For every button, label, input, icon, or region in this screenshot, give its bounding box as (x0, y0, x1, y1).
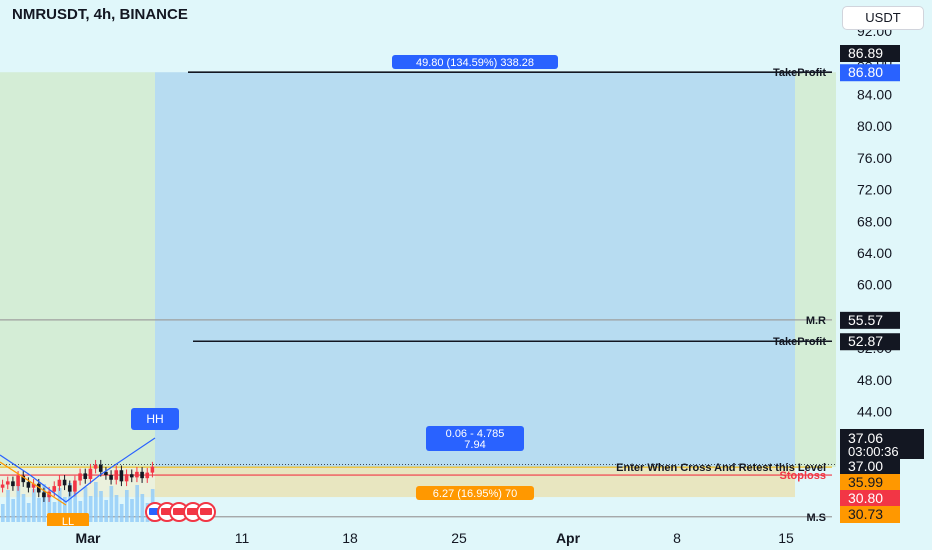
candle-body (98, 464, 103, 472)
candle-body (88, 468, 93, 479)
volume-bar (99, 491, 103, 522)
candle-body (11, 481, 15, 487)
volume-bar (94, 482, 98, 522)
level-price-5: 30.73 (848, 506, 883, 522)
level-label-1: M.R (806, 315, 826, 327)
y-tick-6: 68.00 (857, 213, 892, 229)
volume-bar (26, 503, 31, 522)
candle-body (42, 492, 46, 498)
level-price-2: 52.87 (848, 333, 883, 349)
candle-body (129, 474, 134, 478)
volume-bar (119, 504, 124, 522)
candle-body (119, 470, 124, 482)
candle-body (67, 485, 72, 492)
entry-label-text-1: 7.94 (464, 439, 485, 451)
candle-body (150, 466, 155, 473)
hh-label: HH (146, 412, 163, 426)
x-tick-0: Mar (76, 530, 101, 546)
right-highlight-zone (795, 72, 836, 468)
volume-bar (114, 495, 119, 522)
volume-bar (104, 500, 108, 522)
volume-bar (130, 499, 134, 522)
x-tick-2: 18 (342, 530, 358, 546)
event-flag-icon-inner (200, 508, 212, 515)
candle-body (93, 464, 98, 469)
candle-body (140, 471, 144, 479)
candle-body (78, 473, 82, 481)
level-price-3: 37.00 (848, 458, 883, 474)
y-tick-2: 84.00 (857, 86, 892, 102)
x-tick-3: 25 (451, 530, 467, 546)
volume-bar (125, 490, 129, 522)
price-chart[interactable]: TakeProfitM.RTakeProfitEnter When Cross … (0, 0, 932, 550)
y-tick-8: 60.00 (857, 277, 892, 293)
price-marker-2: 30.80 (848, 490, 883, 506)
volume-bar (1, 504, 5, 522)
level-label-4: Stoploss (780, 470, 826, 482)
candle-body (57, 479, 62, 487)
candle-body (0, 484, 5, 488)
target-zone (155, 72, 795, 468)
candle-body (26, 482, 31, 488)
volume-bar (140, 494, 145, 522)
volume-bar (32, 489, 36, 522)
volume-bar (6, 490, 10, 522)
candle-body (83, 473, 88, 479)
level-label-2: TakeProfit (773, 336, 826, 348)
y-tick-11: 48.00 (857, 372, 892, 388)
symbol-title: NMRUSDT, 4h, BINANCE (12, 6, 188, 23)
volume-bar (109, 486, 114, 522)
candle-body (52, 486, 57, 492)
price-marker-1-sub: 03:00:36 (848, 444, 899, 459)
volume-bar (135, 485, 139, 522)
candle-body (114, 470, 119, 480)
chart-area[interactable]: TakeProfit M.R TakeProfit Enter When Cross … (0, 0, 932, 550)
left-highlight-zone (0, 72, 155, 468)
stop-label-text-0: 6.27 (16.95%) 70 (433, 488, 517, 500)
candle-body (16, 475, 20, 487)
level-price-0: 86.80 (848, 64, 883, 80)
candle-body (5, 481, 10, 485)
target-label-text-0: 49.80 (134.59%) 338.28 (416, 57, 534, 69)
y-tick-12: 44.00 (857, 404, 892, 420)
candle-body (62, 479, 67, 486)
level-price-1: 55.57 (848, 312, 883, 328)
candle-body (135, 471, 139, 478)
y-tick-7: 64.00 (857, 245, 892, 261)
price-marker-0: 86.89 (848, 45, 883, 61)
candle-body (109, 475, 113, 480)
volume-bar (88, 496, 93, 522)
x-tick-1: 11 (235, 530, 250, 546)
level-price-4: 35.99 (848, 474, 883, 490)
y-tick-5: 72.00 (857, 182, 892, 198)
level-label-0: TakeProfit (773, 67, 826, 79)
x-tick-4: Apr (556, 530, 581, 546)
candle-body (124, 474, 129, 482)
level-label-5: M.S (806, 512, 826, 524)
candle-body (73, 480, 77, 492)
candle-body (145, 472, 150, 479)
x-tick-6: 15 (778, 530, 794, 546)
volume-bar (21, 494, 26, 522)
y-tick-3: 80.00 (857, 118, 892, 134)
x-tick-5: 8 (673, 530, 681, 546)
volume-bar (11, 499, 15, 522)
y-tick-4: 76.00 (857, 150, 892, 166)
currency-button[interactable]: USDT (842, 6, 924, 30)
volume-bar (37, 498, 41, 522)
